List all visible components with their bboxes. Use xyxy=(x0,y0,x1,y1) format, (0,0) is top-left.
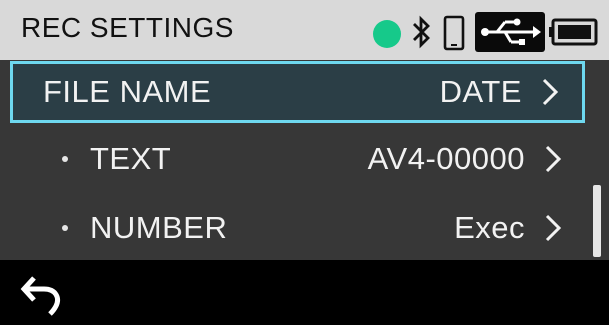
list-item-text[interactable]: TEXT AV4-00000 xyxy=(10,126,585,191)
page-title: REC SETTINGS xyxy=(21,12,234,43)
status-dot-icon xyxy=(373,20,401,48)
scrollbar[interactable] xyxy=(593,185,601,257)
list-item-label: NUMBER xyxy=(90,209,228,245)
list-item-number[interactable]: NUMBER Exec xyxy=(10,195,585,260)
list-item-value: DATE xyxy=(439,74,522,109)
bluetooth-icon xyxy=(413,15,430,49)
list-item-label: FILE NAME xyxy=(43,74,212,109)
phone-icon xyxy=(443,15,465,51)
bullet-icon xyxy=(62,155,68,162)
footer-bar xyxy=(0,260,609,325)
usb-icon xyxy=(475,12,545,52)
list-item-label: TEXT xyxy=(90,140,172,176)
chevron-right-icon xyxy=(545,145,562,172)
chevron-right-icon xyxy=(542,78,559,106)
header-bar: REC SETTINGS xyxy=(0,0,609,60)
device-screen: REC SETTINGS FILE NAME DATE TEXT AV4-000… xyxy=(0,0,609,325)
bullet-icon xyxy=(62,224,68,231)
battery-icon xyxy=(549,18,598,46)
back-arrow-icon[interactable] xyxy=(20,272,70,316)
list-item-value: Exec xyxy=(454,209,525,245)
list-item-value: AV4-00000 xyxy=(367,140,525,176)
list-item-file-name[interactable]: FILE NAME DATE xyxy=(10,61,585,123)
chevron-right-icon xyxy=(545,214,562,241)
